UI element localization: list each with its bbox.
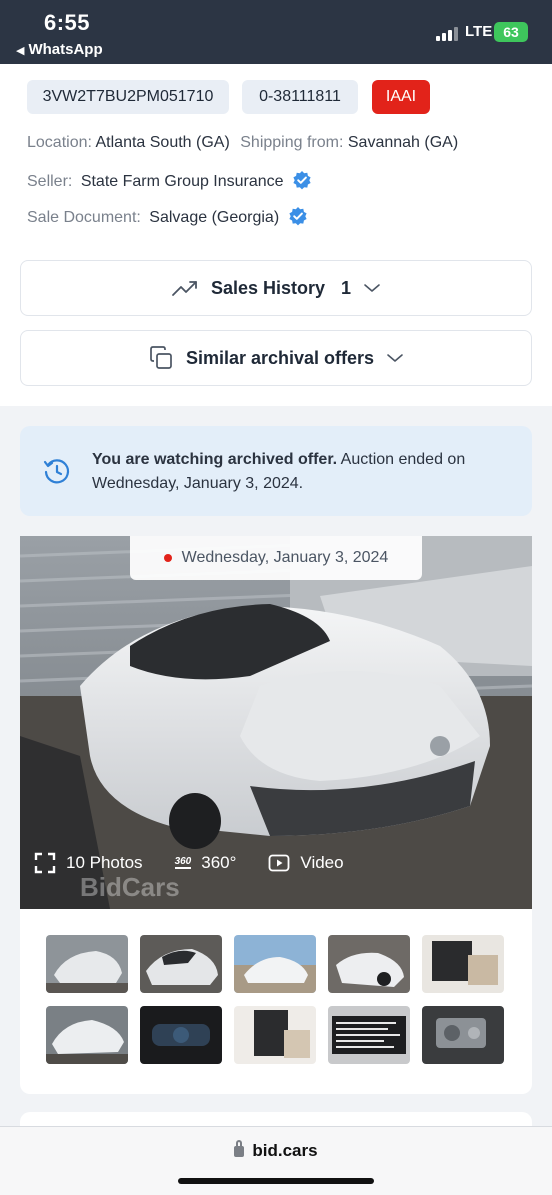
seller-value: State Farm Group Insurance [80, 173, 284, 190]
archived-offer-text: You are watching archived offer. Auction… [92, 448, 512, 496]
location-label: Location: [27, 134, 92, 151]
signal-icon [436, 27, 458, 41]
clock: 6:55 [44, 10, 91, 35]
video-label: Video [300, 853, 344, 872]
thumbnail-4[interactable] [328, 935, 410, 993]
sale-document-row: Sale Document: Salvage (Georgia) [27, 206, 308, 227]
similar-offers-label: Similar archival offers [185, 347, 375, 368]
thumbnail-image [234, 935, 316, 993]
view-360-button[interactable]: 360 360° [174, 853, 237, 873]
similar-offers-accordion[interactable]: Similar archival offers [20, 330, 532, 386]
listing-details-card: 3VW2T7BU2PM051710 0-38111811 IAAI Locati… [0, 64, 552, 406]
home-indicator[interactable] [178, 1178, 374, 1184]
location-row: Location: Atlanta South (GA) Shipping fr… [27, 134, 458, 152]
vin-chip[interactable]: 3VW2T7BU2PM051710 [27, 80, 229, 114]
sale-document-value: Salvage (Georgia) [149, 209, 280, 226]
thumbnail-image [46, 935, 128, 993]
trending-up-icon [172, 281, 197, 296]
auction-date-pill: Wednesday, January 3, 2024 [130, 536, 422, 580]
history-icon [43, 459, 70, 484]
sale-document-label: Sale Document: [27, 209, 141, 226]
sales-history-accordion[interactable]: Sales History 1 [20, 260, 532, 316]
thumbnail-grid [46, 935, 506, 1064]
thumbnail-image [422, 1006, 504, 1064]
watermark-logo: BidCars [80, 872, 180, 902]
verified-check-icon [288, 207, 307, 226]
sales-history-count: 1 [341, 277, 352, 298]
thumbnail-image [328, 1006, 410, 1064]
fullscreen-icon [34, 852, 56, 874]
auction-badge: IAAI [372, 80, 430, 114]
lot-number-chip[interactable]: 0-38111811 [242, 80, 358, 114]
copy-icon [150, 346, 172, 369]
location-value: Atlanta South (GA) [95, 134, 230, 151]
thumbnail-3[interactable] [234, 935, 316, 993]
photos-button[interactable]: 10 Photos [34, 852, 143, 874]
chevron-down-icon [364, 284, 380, 292]
lock-icon [234, 1140, 245, 1157]
battery-icon: 63 [494, 22, 528, 42]
archived-offer-banner: You are watching archived offer. Auction… [20, 426, 532, 516]
url-text: bid.cars [252, 1141, 318, 1160]
video-button[interactable]: Video [268, 853, 344, 873]
thumbnail-image [234, 1006, 316, 1064]
url-display[interactable]: bid.cars [0, 1140, 552, 1161]
photos-count-label: 10 Photos [66, 853, 143, 872]
live-dot-icon [163, 554, 172, 562]
thumbnail-6[interactable] [46, 1006, 128, 1064]
photo-controls: 10 Photos 360 360° Video [34, 852, 344, 874]
back-triangle-icon: ◀ [16, 45, 25, 57]
thumbnail-1[interactable] [46, 935, 128, 993]
chevron-down-icon [387, 354, 403, 362]
auction-date: Wednesday, January 3, 2024 [181, 549, 389, 566]
thumbnail-image [140, 935, 222, 993]
back-app-label: WhatsApp [28, 41, 103, 58]
back-to-app-link[interactable]: ◀ WhatsApp [16, 41, 103, 58]
thumbnail-7[interactable] [140, 1006, 222, 1064]
sales-history-label: Sales History [210, 277, 326, 298]
status-bar: 6:55 ◀ WhatsApp LTE 63 [0, 0, 552, 64]
thumbnail-8[interactable] [234, 1006, 316, 1064]
thumbnail-image [422, 935, 504, 993]
thumbnail-9[interactable] [328, 1006, 410, 1064]
shipping-label: Shipping from: [240, 134, 344, 151]
seller-label: Seller: [27, 173, 73, 190]
seller-row: Seller: State Farm Group Insurance [27, 170, 312, 191]
thumbnail-image [328, 935, 410, 993]
thumbnail-2[interactable] [140, 935, 222, 993]
thumbnail-image [46, 1006, 128, 1064]
battery-level: 63 [503, 24, 519, 40]
view-360-label: 360° [201, 853, 237, 872]
thumbnail-image [140, 1006, 222, 1064]
thumbnail-5[interactable] [422, 935, 504, 993]
thumbnail-10[interactable] [422, 1006, 504, 1064]
browser-address-bar[interactable]: bid.cars [0, 1126, 552, 1195]
photo-gallery: Wednesday, January 3, 2024 BidCars 10 Ph… [20, 536, 532, 1094]
network-label: LTE [465, 23, 493, 40]
shipping-value: Savannah (GA) [347, 134, 459, 151]
archived-offer-bold: You are watching archived offer. [92, 451, 338, 468]
360-icon: 360 [174, 856, 192, 869]
main-vehicle-photo[interactable]: Wednesday, January 3, 2024 BidCars 10 Ph… [20, 536, 532, 909]
video-play-icon [269, 854, 290, 872]
verified-check-icon [293, 171, 311, 190]
